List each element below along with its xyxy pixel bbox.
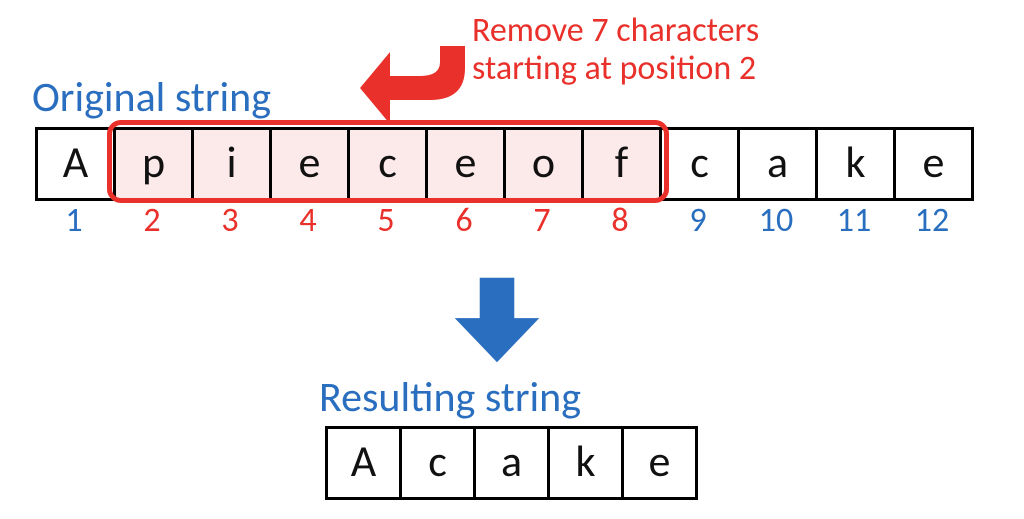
original-cell-12: e <box>896 130 974 198</box>
original-string-cells: Apieceofcake <box>35 127 974 201</box>
index-3: 3 <box>191 200 269 241</box>
index-11: 11 <box>815 200 893 241</box>
annotation-line-1: Remove 7 characters <box>472 10 759 51</box>
curved-arrow-icon <box>360 28 490 128</box>
down-arrow-icon <box>449 272 545 368</box>
original-cell-4: e <box>272 130 350 198</box>
original-string-label: Original string <box>32 72 271 123</box>
original-cell-3: i <box>194 130 272 198</box>
index-12: 12 <box>893 200 971 241</box>
index-8: 8 <box>581 200 659 241</box>
original-cell-9: c <box>662 130 740 198</box>
index-row: 123456789101112 <box>35 200 971 241</box>
index-4: 4 <box>269 200 347 241</box>
index-2: 2 <box>113 200 191 241</box>
index-1: 1 <box>35 200 113 241</box>
index-10: 10 <box>737 200 815 241</box>
index-9: 9 <box>659 200 737 241</box>
original-cell-2: p <box>116 130 194 198</box>
annotation-line-2: starting at position 2 <box>472 48 756 89</box>
result-cell-5: e <box>624 429 698 497</box>
original-cell-1: A <box>38 130 116 198</box>
diagram-canvas: Original string Remove 7 characters star… <box>0 0 1024 519</box>
index-7: 7 <box>503 200 581 241</box>
annotation-text: Remove 7 characters starting at position… <box>472 12 759 88</box>
result-cell-1: A <box>328 429 402 497</box>
original-cell-11: k <box>818 130 896 198</box>
original-cell-10: a <box>740 130 818 198</box>
resulting-string-cells: Acake <box>325 426 698 500</box>
index-6: 6 <box>425 200 503 241</box>
original-cell-6: e <box>428 130 506 198</box>
original-cell-5: c <box>350 130 428 198</box>
result-cell-3: a <box>476 429 550 497</box>
original-cell-7: o <box>506 130 584 198</box>
index-5: 5 <box>347 200 425 241</box>
result-cell-2: c <box>402 429 476 497</box>
result-cell-4: k <box>550 429 624 497</box>
resulting-string-label: Resulting string <box>319 372 581 423</box>
original-cell-8: f <box>584 130 662 198</box>
